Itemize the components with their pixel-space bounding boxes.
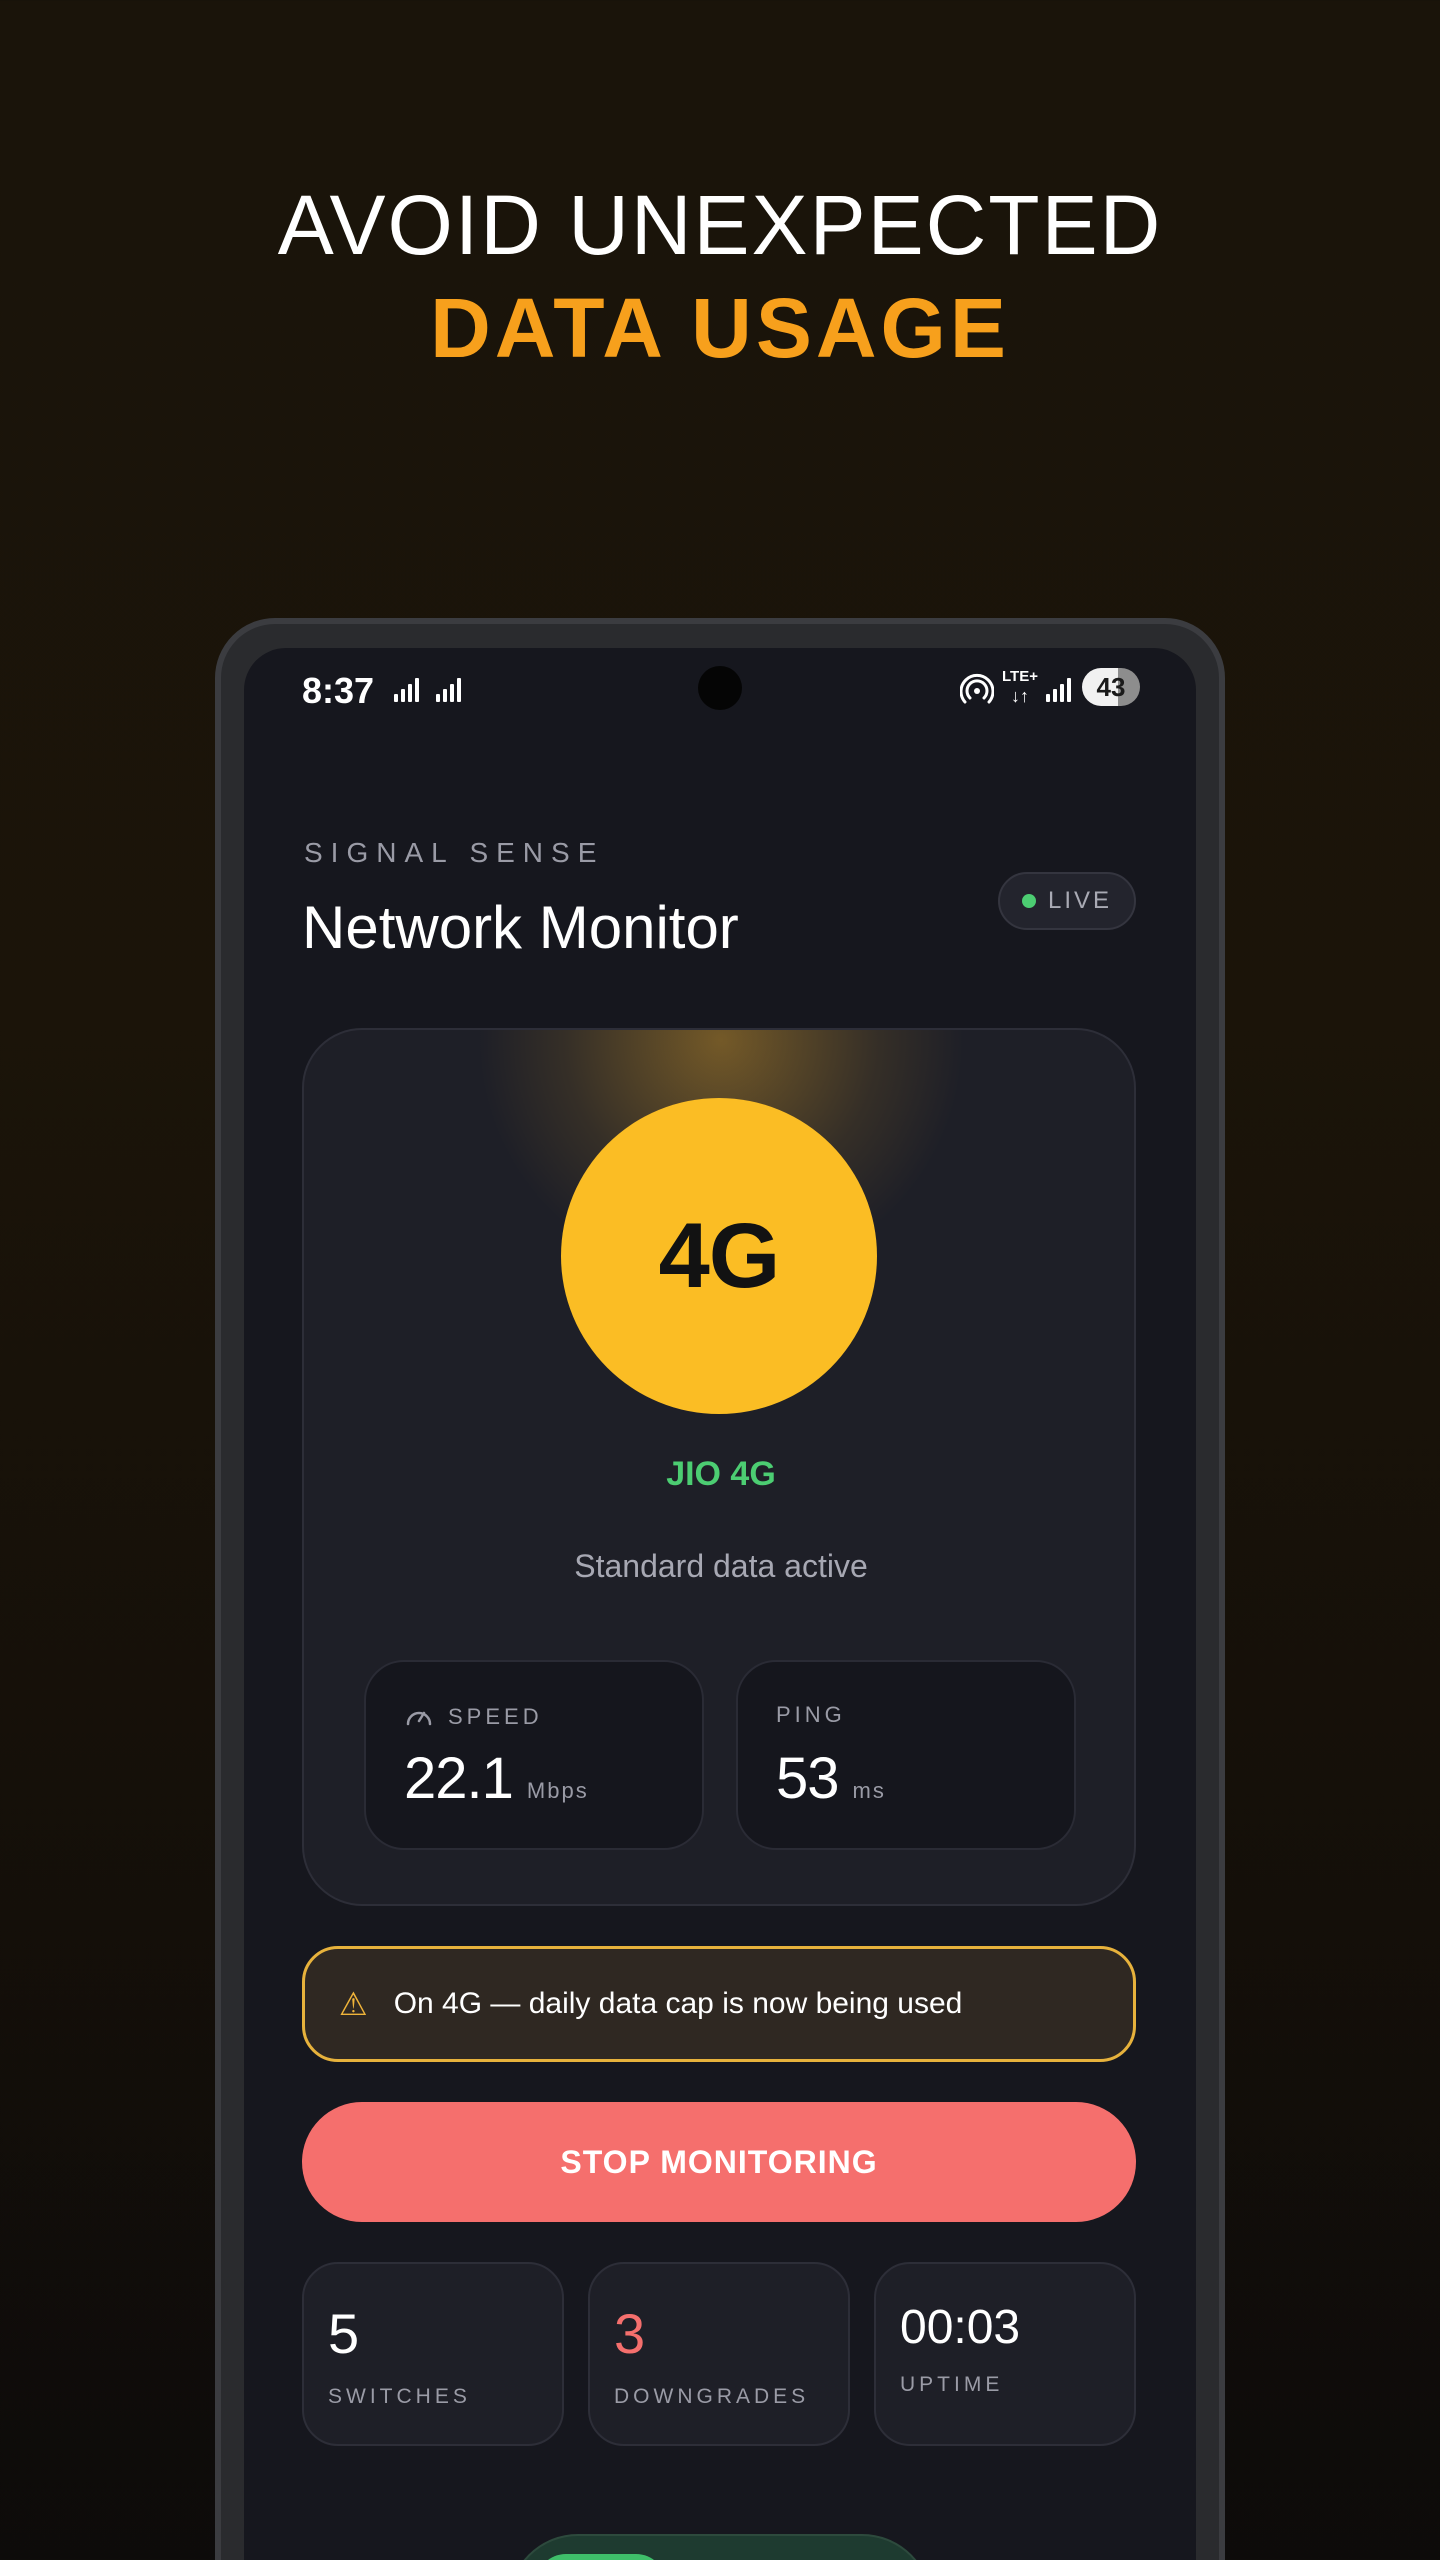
speed-value: 22.1 xyxy=(404,1746,514,1811)
uptime-label: UPTIME xyxy=(900,2373,1004,2396)
hotspot-icon xyxy=(960,673,994,704)
phone-screen: 8:37 LTE+ ↓↑ 43 SIGNAL SENSE Network Mon… xyxy=(244,648,1196,2560)
headline-line-2: DATA USAGE xyxy=(430,281,1010,375)
live-status-badge: LIVE xyxy=(998,872,1136,930)
ping-value: 53 xyxy=(776,1746,840,1811)
downgrades-value: 3 xyxy=(614,2302,646,2365)
ping-unit: ms xyxy=(852,1778,886,1803)
toggle-knob xyxy=(536,2554,666,2560)
live-dot-icon xyxy=(1021,894,1036,908)
switches-label: SWITCHES xyxy=(328,2385,471,2408)
speed-value-row: 22.1 Mbps xyxy=(404,1744,589,1814)
monitoring-toggle[interactable] xyxy=(508,2534,932,2560)
headline-line-1: AVOID UNEXPECTED xyxy=(277,178,1163,272)
status-time: 8:37 xyxy=(302,670,375,711)
ping-label: PING xyxy=(776,1702,846,1727)
speedometer-icon xyxy=(406,1711,432,1726)
ping-metric: PING 53 ms xyxy=(736,1660,1076,1850)
cellular-signal-icon xyxy=(1046,676,1071,702)
data-activity-icon: ↓↑ xyxy=(1011,686,1029,706)
uptime-stat: 00:03 UPTIME xyxy=(874,2262,1136,2446)
app-kicker: SIGNAL SENSE xyxy=(304,837,605,868)
ping-label-row: PING xyxy=(776,1702,846,1728)
signal-strength-icon xyxy=(394,676,419,702)
signal-strength-icon-sim2 xyxy=(436,676,461,702)
network-type-indicator: LTE+ xyxy=(1002,668,1038,685)
live-label: LIVE xyxy=(1047,887,1113,914)
data-cap-warning-banner: ⚠ On 4G — daily data cap is now being us… xyxy=(302,1946,1136,2062)
warning-icon: ⚠ xyxy=(339,1986,368,2022)
downgrades-label: DOWNGRADES xyxy=(614,2385,810,2408)
uptime-value: 00:03 xyxy=(900,2301,1021,2354)
downgrades-stat: 3 DOWNGRADES xyxy=(588,2262,850,2446)
network-status-card: 4G JIO 4G Standard data active SPEED 22.… xyxy=(302,1028,1136,1906)
data-status-text: Standard data active xyxy=(574,1548,868,1584)
battery-indicator: 43 xyxy=(1082,668,1140,706)
network-type-label: 4G xyxy=(658,1204,781,1307)
speed-label: SPEED xyxy=(448,1704,543,1729)
camera-cutout xyxy=(698,666,742,710)
speed-label-row: SPEED xyxy=(404,1702,543,1732)
speed-unit: Mbps xyxy=(526,1778,589,1803)
network-type-badge: 4G xyxy=(561,1098,877,1414)
switches-stat: 5 SWITCHES xyxy=(302,2262,564,2446)
switches-value: 5 xyxy=(328,2302,360,2365)
warning-text: On 4G — daily data cap is now being used xyxy=(393,1987,963,2020)
speed-metric: SPEED 22.1 Mbps xyxy=(364,1660,704,1850)
page-title: Network Monitor xyxy=(302,894,739,961)
stop-monitoring-button[interactable]: STOP MONITORING xyxy=(302,2102,1136,2222)
ping-value-row: 53 ms xyxy=(776,1744,886,1814)
carrier-label: JIO 4G xyxy=(666,1455,776,1493)
